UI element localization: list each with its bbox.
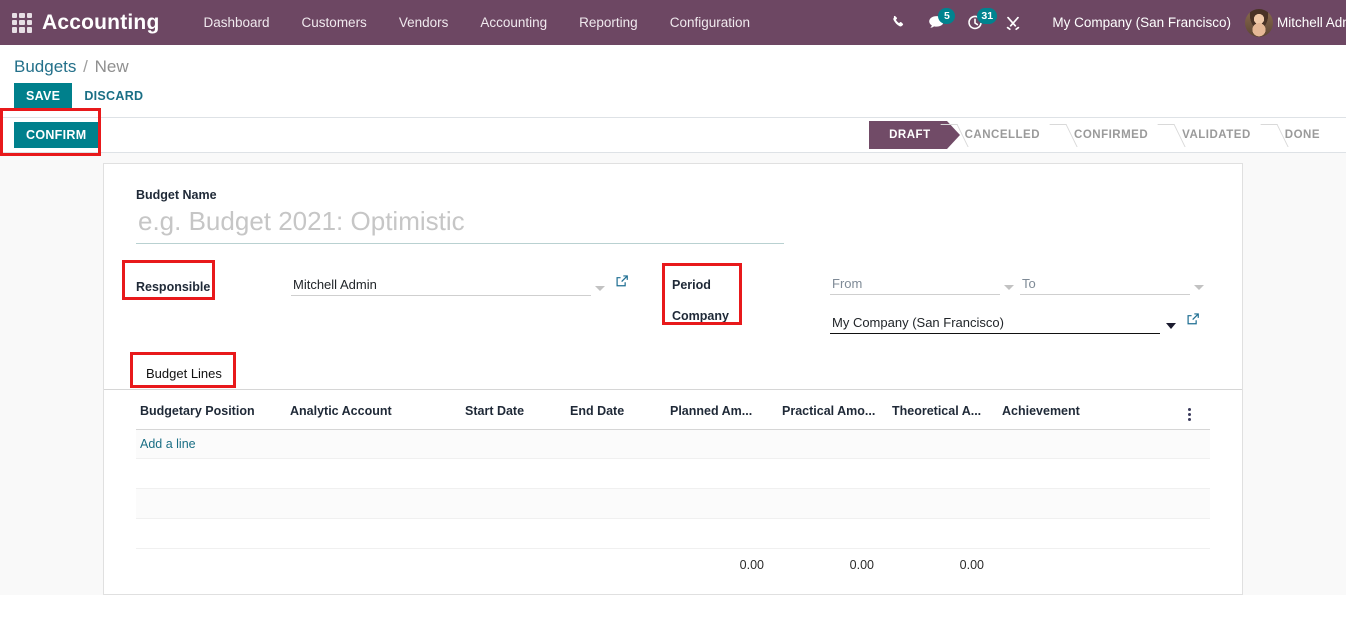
col-planned-amount[interactable]: Planned Am... [666, 390, 778, 430]
apps-grid-icon[interactable] [12, 13, 32, 33]
user-menu[interactable]: Mitchell Admin [1245, 9, 1346, 37]
totals-spacer-4 [566, 549, 666, 580]
table-row [136, 519, 1210, 549]
responsible-label-cell: Responsible [136, 274, 291, 334]
tab-budget-lines-label: Budget Lines [146, 366, 222, 381]
budget-name-input[interactable] [136, 204, 784, 244]
period-company-value-cell [830, 274, 1210, 334]
period-label: Period [672, 278, 830, 292]
tab-budget-lines[interactable]: Budget Lines [136, 360, 232, 389]
notebook-tabs: Budget Lines [104, 360, 1242, 390]
user-name: Mitchell Admin [1277, 15, 1346, 30]
confirm-button-wrap: CONFIRM [14, 122, 98, 148]
vertical-dots-icon[interactable] [1188, 408, 1191, 421]
breadcrumb: Budgets / New [0, 45, 1346, 83]
status-draft[interactable]: DRAFT [869, 121, 946, 149]
chevron-down-icon-responsible[interactable] [595, 286, 605, 291]
messages-badge: 5 [938, 8, 955, 24]
company-switcher[interactable]: My Company (San Francisco) [1052, 15, 1231, 30]
company-row [830, 312, 1210, 334]
status-strip: CONFIRM DRAFT CANCELLED CONFIRMED VALIDA… [0, 117, 1346, 153]
budget-name-label: Budget Name [136, 188, 1210, 202]
col-practical-amount[interactable]: Practical Amo... [778, 390, 888, 430]
period-row [830, 274, 1210, 295]
activities-icon[interactable]: 31 [967, 15, 983, 31]
phone-icon[interactable] [891, 15, 906, 30]
table-totals-row: 0.00 0.00 0.00 [136, 549, 1210, 580]
col-theoretical-amount[interactable]: Theoretical A... [888, 390, 998, 430]
total-achievement [998, 549, 1184, 580]
table-header-row: Budgetary Position Analytic Account Star… [136, 390, 1210, 430]
status-validated[interactable]: VALIDATED [1164, 121, 1267, 149]
add-line-row[interactable]: Add a line [136, 430, 1210, 459]
record-action-buttons: SAVE DISCARD [0, 83, 1346, 117]
col-options [1184, 390, 1210, 430]
responsible-label: Responsible [136, 280, 210, 294]
col-end-date[interactable]: End Date [566, 390, 666, 430]
responsible-input[interactable] [291, 275, 591, 296]
menu-configuration[interactable]: Configuration [654, 0, 766, 45]
total-planned-amount: 0.00 [666, 549, 778, 580]
messages-icon[interactable]: 5 [928, 15, 945, 30]
total-theoretical-amount: 0.00 [888, 549, 998, 580]
responsible-value-cell [291, 274, 672, 334]
menu-reporting[interactable]: Reporting [563, 0, 654, 45]
external-link-icon-company[interactable] [1186, 312, 1200, 331]
budget-lines-table: Budgetary Position Analytic Account Star… [136, 390, 1210, 579]
discard-button[interactable]: DISCARD [72, 83, 155, 109]
total-practical-amount: 0.00 [778, 549, 888, 580]
totals-spacer-3 [461, 549, 566, 580]
statusbar: DRAFT CANCELLED CONFIRMED VALIDATED DONE [869, 121, 1336, 149]
totals-spacer-1 [136, 549, 286, 580]
menu-vendors[interactable]: Vendors [383, 0, 465, 45]
col-analytic-account[interactable]: Analytic Account [286, 390, 461, 430]
status-confirmed[interactable]: CONFIRMED [1056, 121, 1164, 149]
col-achievement[interactable]: Achievement [998, 390, 1184, 430]
breadcrumb-current: New [95, 57, 129, 76]
col-budgetary-position[interactable]: Budgetary Position [136, 390, 286, 430]
company-label: Company [672, 309, 830, 323]
table-row [136, 459, 1210, 489]
form-sheet: Budget Name Responsible [103, 163, 1243, 595]
form-background: Budget Name Responsible [0, 153, 1346, 595]
chevron-down-icon-to[interactable] [1194, 285, 1204, 290]
table-row [136, 489, 1210, 519]
add-line-cell: Add a line [136, 430, 1210, 459]
totals-spacer-2 [286, 549, 461, 580]
form-column-right: Period Company [672, 274, 1210, 334]
debug-tools-icon[interactable] [1005, 15, 1021, 31]
activities-badge: 31 [977, 8, 997, 24]
menu-accounting[interactable]: Accounting [464, 0, 563, 45]
external-link-icon-responsible[interactable] [615, 274, 629, 293]
status-cancelled[interactable]: CANCELLED [947, 121, 1056, 149]
avatar [1245, 9, 1273, 37]
menu-dashboard[interactable]: Dashboard [188, 0, 286, 45]
breadcrumb-separator: / [83, 57, 88, 76]
company-input[interactable] [830, 313, 1160, 334]
chevron-down-icon-company[interactable] [1166, 323, 1176, 329]
period-to-input[interactable] [1020, 274, 1190, 295]
confirm-button[interactable]: CONFIRM [14, 122, 98, 148]
navbar-right-tools: 5 31 My Company (San Francisco) Mitchell… [880, 0, 1346, 45]
save-button[interactable]: SAVE [14, 83, 72, 109]
menu-customers[interactable]: Customers [286, 0, 383, 45]
totals-options-cell [1184, 549, 1210, 580]
chevron-down-icon-from[interactable] [1004, 285, 1014, 290]
form-column-left: Responsible [136, 274, 672, 334]
app-brand[interactable]: Accounting [42, 11, 160, 35]
add-a-line-link[interactable]: Add a line [140, 437, 196, 451]
breadcrumb-budgets[interactable]: Budgets [14, 57, 76, 76]
form-fields: Responsible [136, 274, 1210, 334]
period-company-label-cell: Period Company [672, 274, 830, 334]
period-from-input[interactable] [830, 274, 1000, 295]
col-start-date[interactable]: Start Date [461, 390, 566, 430]
control-panel: Budgets / New SAVE DISCARD [0, 45, 1346, 117]
status-done[interactable]: DONE [1267, 121, 1336, 149]
top-navbar: Accounting Dashboard Customers Vendors A… [0, 0, 1346, 45]
